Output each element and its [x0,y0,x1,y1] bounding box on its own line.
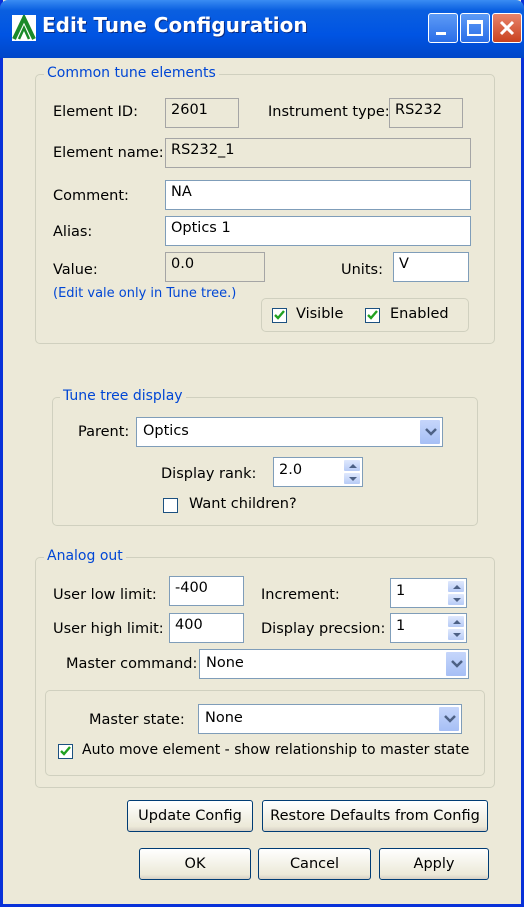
auto-move-label: Auto move element - show relationship to… [82,742,470,758]
user-high-limit-input[interactable]: 400 [169,613,244,643]
checkmark-icon [60,746,71,756]
display-rank-value: 2.0 [279,462,303,478]
auto-move-checkbox[interactable] [58,744,73,759]
spin-down-icon[interactable] [447,593,465,606]
display-precision-spinner[interactable]: 1 [390,613,467,643]
want-children-checkbox[interactable] [163,498,178,513]
element-id-field: 2601 [165,98,239,128]
edit-tune-dialog: Edit Tune Configuration Common tune elem… [0,0,524,907]
cancel-button[interactable]: Cancel [258,848,371,880]
alias-label: Alias: [53,224,93,240]
common-tune-elements-legend: Common tune elements [44,65,219,81]
master-command-value: None [206,655,244,671]
increment-label: Increment: [261,587,340,603]
master-state-value: None [205,710,243,726]
minimize-button[interactable] [428,13,458,43]
master-state-dropdown[interactable]: None [198,704,462,734]
increment-spinner[interactable]: 1 [390,578,467,608]
display-precision-value: 1 [396,618,406,634]
increment-value: 1 [396,583,406,599]
visible-label: Visible [296,306,344,322]
close-icon [499,20,515,36]
minimize-icon [436,32,446,35]
tune-tree-display-legend: Tune tree display [60,388,186,404]
parent-value: Optics [143,423,189,439]
master-command-dropdown[interactable]: None [199,649,469,679]
parent-label: Parent: [78,424,130,440]
user-low-limit-input[interactable]: -400 [169,576,244,606]
spin-up-icon[interactable] [343,459,361,472]
instrument-type-label: Instrument type: [268,104,390,120]
master-state-label: Master state: [89,712,185,728]
units-label: Units: [341,262,383,278]
alias-input[interactable]: Optics 1 [165,216,471,246]
user-low-limit-label: User low limit: [53,587,157,603]
chevron-down-icon[interactable] [419,419,441,445]
value-label: Value: [53,262,98,278]
display-precision-label: Display precsion: [261,621,386,637]
checkmark-icon [274,310,285,320]
maximize-icon [467,20,483,36]
app-logo-icon [12,15,36,41]
ok-button[interactable]: OK [139,848,251,880]
title-bar[interactable]: Edit Tune Configuration [0,0,524,58]
want-children-label: Want children? [189,496,297,512]
chevron-down-icon[interactable] [445,651,467,677]
master-command-label: Master command: [66,656,198,672]
comment-input[interactable]: NA [165,180,471,210]
window-title: Edit Tune Configuration [42,13,308,37]
visible-checkbox[interactable] [272,308,287,323]
display-rank-label: Display rank: [161,466,257,482]
spin-down-icon[interactable] [447,628,465,641]
restore-defaults-button[interactable]: Restore Defaults from Config [262,800,488,832]
element-id-label: Element ID: [53,104,138,120]
units-input[interactable]: V [393,252,469,282]
maximize-button[interactable] [460,13,490,43]
enabled-label: Enabled [390,306,449,322]
update-config-button[interactable]: Update Config [127,800,253,832]
parent-dropdown[interactable]: Optics [136,417,443,447]
spin-up-icon[interactable] [447,580,465,593]
comment-label: Comment: [53,188,129,204]
display-rank-spinner[interactable]: 2.0 [273,457,363,487]
instrument-type-field: RS232 [389,98,463,128]
user-high-limit-label: User high limit: [53,621,164,637]
enabled-checkbox[interactable] [365,308,380,323]
close-button[interactable] [492,13,522,43]
analog-out-legend: Analog out [44,548,126,564]
apply-button[interactable]: Apply [379,848,489,880]
spin-up-icon[interactable] [447,615,465,628]
element-name-field: RS232_1 [165,138,471,168]
spin-down-icon[interactable] [343,472,361,485]
checkmark-icon [367,310,378,320]
value-field: 0.0 [165,252,265,282]
element-name-label: Element name: [53,145,164,161]
chevron-down-icon[interactable] [438,706,460,732]
edit-value-note: (Edit vale only in Tune tree.) [53,286,237,301]
